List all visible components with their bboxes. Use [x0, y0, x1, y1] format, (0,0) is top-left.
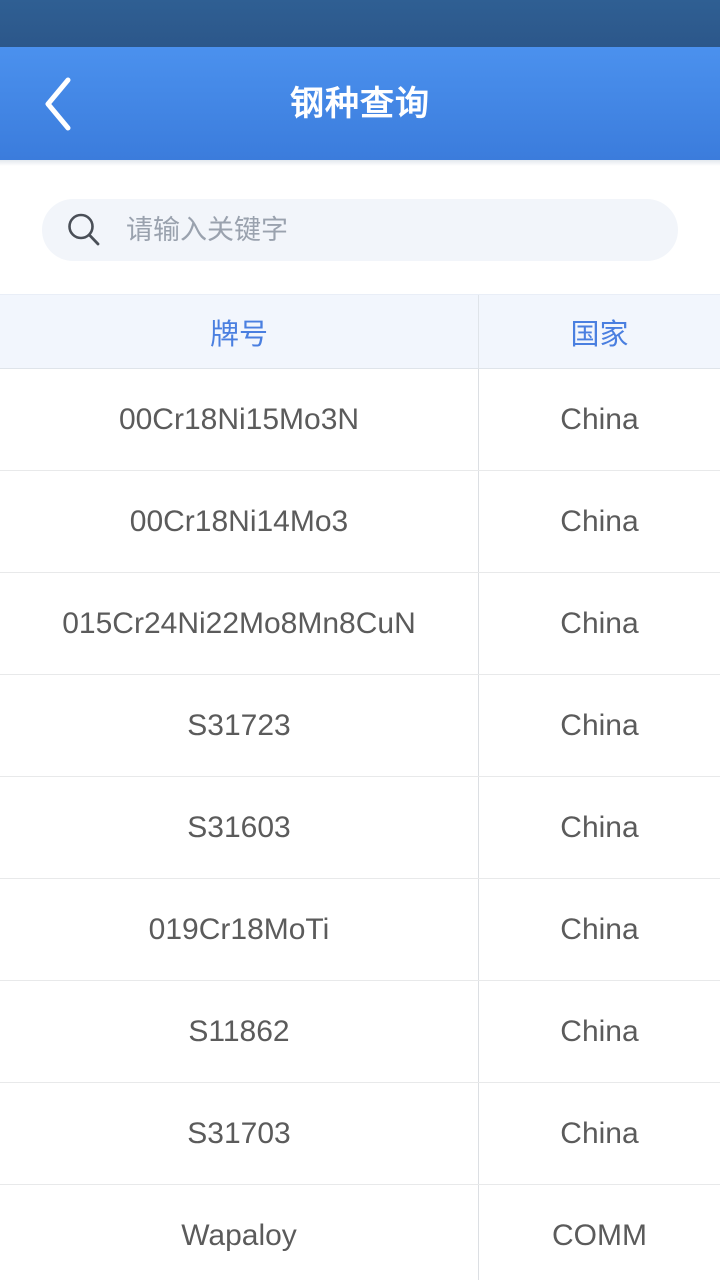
cell-country: China	[560, 1014, 639, 1048]
page-title: 钢种查询	[290, 84, 430, 123]
cell-country: China	[560, 1116, 639, 1150]
status-bar	[0, 0, 720, 47]
cell-country: China	[560, 708, 639, 742]
column-header-grade[interactable]: 牌号	[0, 295, 479, 368]
cell-grade: S31703	[0, 1083, 479, 1184]
search-area	[0, 166, 720, 294]
table-row[interactable]: Wapaloy COMM	[0, 1185, 720, 1280]
cell-grade: S31723	[0, 675, 479, 776]
cell-grade: S31603	[0, 777, 479, 878]
back-button[interactable]	[22, 68, 94, 140]
table-row[interactable]: S31703 China	[0, 1083, 720, 1185]
column-header-country[interactable]: 国家	[479, 295, 720, 368]
table-row[interactable]: S11862 China	[0, 981, 720, 1083]
table-row[interactable]: 00Cr18Ni15Mo3N China	[0, 369, 720, 471]
table-body: 00Cr18Ni15Mo3N China 00Cr18Ni14Mo3 China…	[0, 369, 720, 1280]
cell-country: China	[560, 402, 639, 436]
cell-country: COMM	[552, 1218, 647, 1252]
table-row[interactable]: 019Cr18MoTi China	[0, 879, 720, 981]
table-row[interactable]: S31603 China	[0, 777, 720, 879]
cell-grade: 015Cr24Ni22Mo8Mn8CuN	[0, 573, 479, 674]
table-row[interactable]: S31723 China	[0, 675, 720, 777]
table-header-row: 牌号 国家	[0, 295, 720, 369]
table-row[interactable]: 015Cr24Ni22Mo8Mn8CuN China	[0, 573, 720, 675]
cell-country: China	[560, 810, 639, 844]
cell-grade: Wapaloy	[0, 1185, 479, 1280]
cell-country: China	[560, 504, 639, 538]
cell-grade: 019Cr18MoTi	[0, 879, 479, 980]
cell-country: China	[560, 912, 639, 946]
cell-grade: 00Cr18Ni15Mo3N	[0, 369, 479, 470]
table-row[interactable]: 00Cr18Ni14Mo3 China	[0, 471, 720, 573]
cell-grade: 00Cr18Ni14Mo3	[0, 471, 479, 572]
chevron-left-icon	[45, 77, 71, 130]
steel-grade-query-screen: 钢种查询 牌号 国家 00Cr18Ni15Mo3N China 00Cr	[0, 0, 720, 1280]
search-input[interactable]	[104, 199, 678, 261]
search-box[interactable]	[42, 199, 678, 261]
steel-grade-table: 牌号 国家 00Cr18Ni15Mo3N China 00Cr18Ni14Mo3…	[0, 294, 720, 1280]
app-header: 钢种查询	[0, 47, 720, 160]
search-icon	[64, 210, 104, 250]
cell-grade: S11862	[0, 981, 479, 1082]
cell-country: China	[560, 606, 639, 640]
